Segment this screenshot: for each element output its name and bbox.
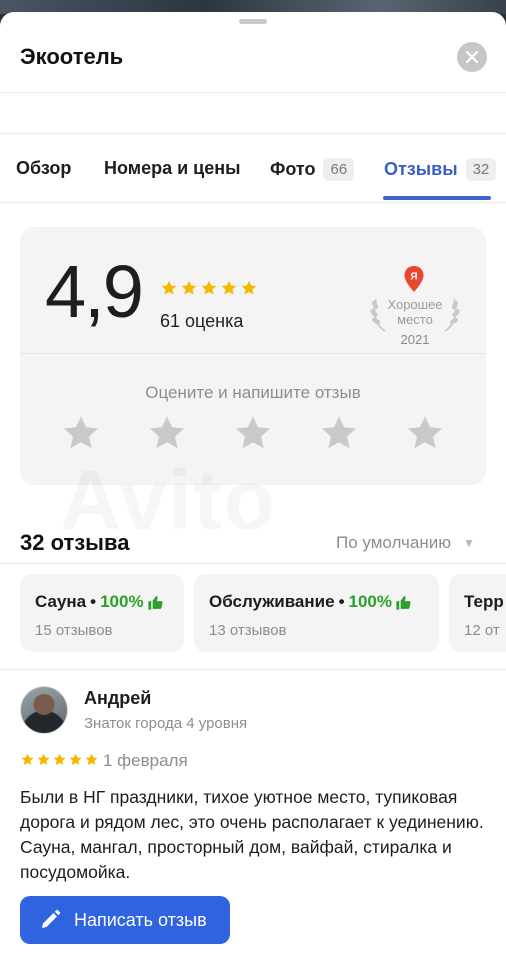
award-title: Хорошее место [365,297,465,327]
tab-rooms-prices[interactable]: Номера и цены [104,158,240,179]
aspect-chip-territory[interactable]: Терр 12 от [449,574,506,652]
tab-label: Отзывы [384,159,458,179]
chip-separator: • [90,592,97,611]
rate-star-1-icon[interactable] [60,412,102,454]
award-line: Хорошее [387,297,443,312]
header-divider [0,92,506,93]
good-place-award: Я Хорошее место 2021 [365,265,465,355]
chip-name: Сауна [35,592,87,611]
rate-star-3-icon[interactable] [232,412,274,454]
avatar[interactable] [20,686,68,734]
active-tab-indicator [383,196,491,200]
star-icon [201,280,217,295]
thumbs-up-icon [147,595,163,610]
tab-photos[interactable]: Фото 66 [270,158,355,181]
close-icon [466,51,478,63]
tab-bar: Обзор Номера и цены Фото 66 Отзывы 32 [0,152,506,202]
star-icon [85,753,98,765]
tab-overview[interactable]: Обзор [16,158,71,179]
chip-name: Терр [464,592,504,611]
chip-name: Обслуживание [209,592,335,611]
bottom-sheet: Экоотель Обзор Номера и цены Фото 66 Отз… [0,12,506,960]
rating-count: 61 оценка [160,311,244,331]
chip-separator: • [338,592,345,611]
rating-card: 4,9 61 оценка Я Хорошее место 2021 Оцени… [20,227,486,485]
star-icon [69,753,82,765]
chip-percent: 100% [100,592,144,611]
tab-label: Обзор [16,158,72,178]
chip-percent: 100% [348,592,392,611]
star-icon [21,753,34,765]
tab-count-badge: 32 [465,158,497,181]
review-date: 1 февраля [103,751,188,770]
rate-star-4-icon[interactable] [318,412,360,454]
chip-count: 15 отзывов [35,622,113,639]
star-icon [241,280,257,295]
divider [0,133,506,134]
tab-reviews[interactable]: Отзывы 32 [384,158,497,181]
chip-title: Сауна • 100% [35,592,164,612]
award-year: 2021 [400,332,430,347]
star-icon [161,280,177,295]
star-icon [181,280,197,295]
review-stars [20,752,99,767]
rate-stars [60,412,446,454]
write-review-button[interactable]: Написать отзыв [20,896,230,944]
rate-star-5-icon[interactable] [404,412,446,454]
tab-label: Номера и цены [104,158,241,178]
chevron-down-icon: ▼ [462,536,475,550]
chip-count: 13 отзывов [209,622,287,639]
star-icon [53,753,66,765]
rating-score: 4,9 [45,250,144,333]
thumbs-up-icon [396,595,411,610]
aspect-chip-service[interactable]: Обслуживание • 100% 13 отзывов [194,574,439,652]
rate-star-2-icon[interactable] [146,412,188,454]
tab-count-badge: 66 [323,158,355,181]
aspect-chips: Сауна • 100% 15 отзывов Обслуживание • 1… [0,563,506,670]
rating-stars [160,279,258,297]
chip-title: Терр [464,592,504,612]
divider [0,202,506,203]
tab-label: Фото [270,159,316,179]
close-button[interactable] [457,42,487,72]
review-author-level: Знаток города 4 уровня [84,715,248,732]
award-line: место [397,312,433,327]
review-author[interactable]: Андрей [84,688,151,709]
map-pin-icon: Я [404,266,424,292]
page-title: Экоотель [20,44,124,69]
pencil-icon [42,909,61,928]
chip-title: Обслуживание • 100% [209,592,412,612]
aspect-chip-sauna[interactable]: Сауна • 100% 15 отзывов [20,574,184,652]
divider [20,353,486,354]
reviews-heading: 32 отзыва [20,530,130,555]
star-icon [221,280,237,295]
sort-dropdown[interactable]: По умолчанию ▼ [336,533,475,553]
star-icon [37,753,50,765]
review-text: Были в НГ праздники, тихое уютное место,… [20,787,484,882]
chip-count: 12 от [464,622,500,639]
award-badge-letter: Я [410,272,417,283]
rate-prompt: Оцените и напишите отзыв [145,383,361,402]
sort-label: По умолчанию [336,533,451,552]
write-review-label: Написать отзыв [74,909,207,930]
sheet-grabber[interactable] [239,19,267,24]
